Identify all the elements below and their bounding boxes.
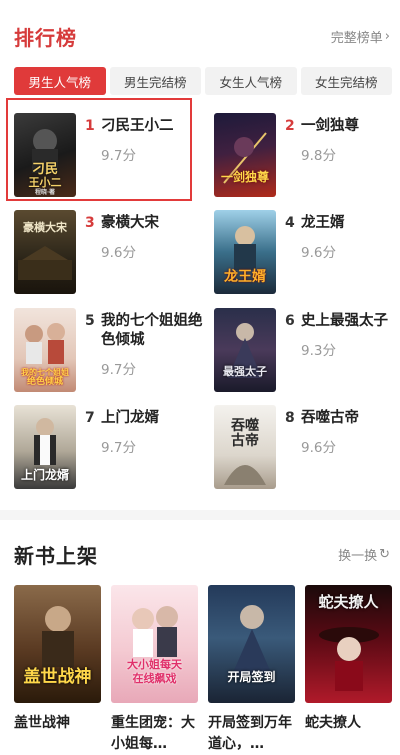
new-books-title: 新书上架 xyxy=(14,543,98,568)
book-score: 9.8分 xyxy=(301,148,336,164)
cover-art xyxy=(232,605,272,675)
ranking-item[interactable]: 上门龙婿 7 上门龙婿 9.7分 xyxy=(14,405,204,495)
book-cover[interactable]: 一剑独尊 xyxy=(214,113,276,197)
refresh-icon: ↻ xyxy=(379,546,390,562)
book-cover[interactable]: 盖世战神 xyxy=(14,585,101,703)
new-books-header: 新书上架 换一换 ↻ xyxy=(14,538,390,570)
book-score: 9.6分 xyxy=(301,440,336,456)
tab-female-finished[interactable]: 女生完结榜 xyxy=(300,67,392,95)
ranking-item[interactable]: 豪横大宋 3 豪横大宋 9.6分 xyxy=(14,210,204,300)
tab-female-popular[interactable]: 女生人气榜 xyxy=(205,67,297,95)
new-book-item[interactable]: 盖世战神 盖世战神 xyxy=(14,585,101,755)
book-cover[interactable]: 吞噬 古帝 xyxy=(214,405,276,489)
book-cover[interactable]: 刁民 王小二 程晓·著 xyxy=(14,113,76,197)
ranking-item[interactable]: 吞噬 古帝 8 吞噬古帝 9.6分 xyxy=(214,405,400,495)
cover-art xyxy=(223,132,267,184)
tab-male-popular[interactable]: 男生人气榜 xyxy=(14,67,106,95)
ranking-item[interactable]: 我的七个姐姐 绝色倾城 5 我的七个姐姐绝色倾城 9.7分 xyxy=(14,308,204,398)
book-cover[interactable]: 我的七个姐姐 绝色倾城 xyxy=(14,308,76,392)
ranking-title: 排行榜 xyxy=(14,25,77,50)
book-title[interactable]: 一剑独尊 xyxy=(301,117,359,136)
cover-art xyxy=(228,323,262,378)
book-cover[interactable]: 蛇夫撩人 xyxy=(305,585,392,703)
rank-number: 6 xyxy=(285,313,295,329)
new-book-item[interactable]: 大小姐每天 在线飙戏 重生团宠：大小姐每… xyxy=(111,585,198,755)
ranking-tabs: 男生人气榜 男生完结榜 女生人气榜 女生完结榜 xyxy=(14,67,392,95)
book-cover[interactable]: 大小姐每天 在线飙戏 xyxy=(111,585,198,703)
book-score: 9.6分 xyxy=(301,245,336,261)
book-cover[interactable]: 开局签到 xyxy=(208,585,295,703)
new-books-list: 盖世战神 盖世战神 大小姐每天 在线飙戏 重生团宠：大小姐每… 开局签到 开局签… xyxy=(14,585,392,755)
full-list-link[interactable]: 完整榜单 › xyxy=(331,27,390,46)
book-score: 9.7分 xyxy=(101,440,136,456)
new-book-item[interactable]: 开局签到 开局签到万年道心，… xyxy=(208,585,295,755)
rank-number: 5 xyxy=(85,313,95,329)
book-title[interactable]: 吞噬古帝 xyxy=(301,409,359,428)
ranking-item[interactable]: 龙王婿 4 龙王婿 9.6分 xyxy=(214,210,400,300)
cover-art xyxy=(132,606,178,657)
tab-male-finished[interactable]: 男生完结榜 xyxy=(109,67,201,95)
chevron-right-icon: › xyxy=(384,28,390,44)
book-cover[interactable]: 龙王婿 xyxy=(214,210,276,294)
book-cover[interactable]: 最强太子 xyxy=(214,308,276,392)
ranking-item[interactable]: 一剑独尊 2 一剑独尊 9.8分 xyxy=(214,113,400,203)
book-title[interactable]: 蛇夫撩人 xyxy=(305,713,392,755)
book-title[interactable]: 盖世战神 xyxy=(14,713,101,755)
new-book-item[interactable]: 蛇夫撩人 蛇夫撩人 xyxy=(305,585,392,755)
ranking-item[interactable]: 刁民 王小二 程晓·著 1 刁民王小二 9.7分 xyxy=(14,113,204,203)
book-title[interactable]: 龙王婿 xyxy=(301,214,345,233)
book-title[interactable]: 上门龙婿 xyxy=(101,409,159,428)
ranking-header: 排行榜 完整榜单 › xyxy=(14,20,390,52)
book-cover[interactable]: 上门龙婿 xyxy=(14,405,76,489)
rank-number: 1 xyxy=(85,118,95,134)
book-score: 9.3分 xyxy=(301,343,336,359)
rank-number: 2 xyxy=(285,118,295,134)
book-title[interactable]: 豪横大宋 xyxy=(101,214,159,233)
book-title[interactable]: 我的七个姐姐绝色倾城 xyxy=(101,312,204,350)
book-score: 9.6分 xyxy=(101,245,136,261)
refresh-button[interactable]: 换一换 ↻ xyxy=(338,545,390,564)
book-title[interactable]: 开局签到万年道心，… xyxy=(208,713,295,755)
rank-number: 7 xyxy=(85,410,95,426)
book-title[interactable]: 刁民王小二 xyxy=(101,117,174,136)
book-cover[interactable]: 豪横大宋 xyxy=(14,210,76,294)
book-title[interactable]: 重生团宠：大小姐每… xyxy=(111,713,198,755)
full-list-label: 完整榜单 xyxy=(330,30,383,46)
ranking-item[interactable]: 最强太子 6 史上最强太子 9.3分 xyxy=(214,308,400,398)
book-title[interactable]: 史上最强太子 xyxy=(301,312,388,331)
book-score: 9.7分 xyxy=(101,148,136,164)
book-score: 9.7分 xyxy=(101,362,136,378)
rank-number: 8 xyxy=(285,410,295,426)
rank-number: 3 xyxy=(85,215,95,231)
rank-number: 4 xyxy=(285,215,295,231)
refresh-label: 换一换 xyxy=(338,548,378,564)
section-divider xyxy=(0,510,400,520)
